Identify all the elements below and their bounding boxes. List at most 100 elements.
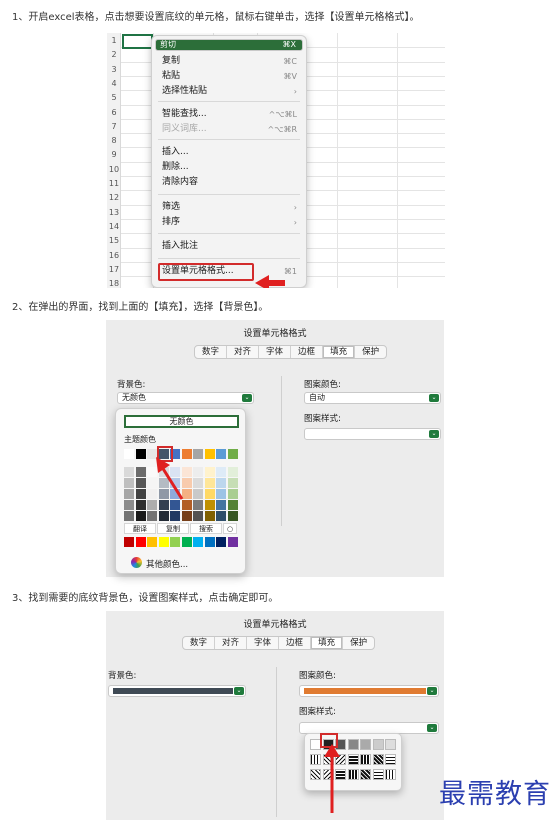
color-swatch[interactable] <box>124 449 134 459</box>
color-swatch[interactable] <box>216 478 226 488</box>
color-swatch[interactable] <box>216 467 226 477</box>
pattern-swatch[interactable] <box>385 739 396 750</box>
background-color-select[interactable]: 无颜色 ⌄ <box>117 392 254 404</box>
color-swatch[interactable] <box>193 500 203 510</box>
color-swatch[interactable] <box>124 467 134 477</box>
color-swatch[interactable] <box>170 511 180 521</box>
search-button[interactable]: 搜索 <box>190 523 222 534</box>
tab-0[interactable]: 数字 <box>183 637 216 649</box>
color-swatch[interactable] <box>204 511 215 521</box>
pattern-swatch[interactable] <box>360 754 371 765</box>
context-menu-item[interactable]: 智能查找... ^⌥⌘L <box>155 107 303 122</box>
row-number[interactable]: 3 <box>107 62 121 77</box>
context-menu-item[interactable]: 粘贴 ⌘V <box>155 69 303 84</box>
color-swatch[interactable] <box>227 489 238 499</box>
context-menu-item[interactable]: 清除内容 <box>155 175 303 190</box>
standard-color-swatch[interactable] <box>216 537 226 547</box>
color-swatch[interactable] <box>181 511 192 521</box>
color-swatch[interactable] <box>147 511 157 521</box>
tab-1[interactable]: 对齐 <box>215 637 248 649</box>
context-menu-item[interactable]: 插入批注 <box>155 239 303 254</box>
row-number[interactable]: 16 <box>107 248 121 263</box>
color-swatch[interactable] <box>216 449 226 459</box>
color-swatch[interactable] <box>216 500 226 510</box>
color-swatch[interactable] <box>158 511 169 521</box>
row-number[interactable]: 12 <box>107 190 121 205</box>
tab-5[interactable]: 保护 <box>355 346 386 358</box>
pattern-swatch[interactable] <box>310 769 321 780</box>
context-menu-item[interactable]: 剪切 ⌘X <box>155 39 303 51</box>
context-menu-item[interactable]: 排序 › <box>155 215 303 230</box>
color-swatch[interactable] <box>227 511 238 521</box>
pattern-swatch[interactable] <box>360 739 371 750</box>
color-swatch[interactable] <box>204 500 215 510</box>
color-swatch[interactable] <box>204 467 215 477</box>
tab-3[interactable]: 边框 <box>291 346 324 358</box>
row-number[interactable]: 15 <box>107 233 121 248</box>
color-swatch[interactable] <box>193 489 203 499</box>
tab-0[interactable]: 数字 <box>195 346 228 358</box>
row-number[interactable]: 2 <box>107 47 121 62</box>
row-number[interactable]: 7 <box>107 119 121 134</box>
row-number[interactable]: 1 <box>107 33 121 48</box>
standard-color-swatch[interactable] <box>181 537 192 547</box>
color-swatch[interactable] <box>135 511 146 521</box>
color-swatch[interactable] <box>135 467 146 477</box>
color-swatch[interactable] <box>193 478 203 488</box>
color-swatch[interactable] <box>227 467 238 477</box>
background-color-select[interactable]: ⌄ <box>108 685 246 697</box>
standard-color-swatch[interactable] <box>204 537 215 547</box>
standard-color-swatch[interactable] <box>158 537 169 547</box>
tab-3[interactable]: 边框 <box>279 637 312 649</box>
row-number[interactable]: 8 <box>107 133 121 148</box>
pattern-style-select[interactable]: ⌄ <box>304 428 441 440</box>
tab-4[interactable]: 填充 <box>323 346 356 358</box>
color-swatch[interactable] <box>193 511 203 521</box>
standard-color-swatch[interactable] <box>227 537 238 547</box>
color-swatch[interactable] <box>135 478 146 488</box>
color-swatch[interactable] <box>135 489 146 499</box>
pattern-swatch[interactable] <box>347 754 359 765</box>
color-swatch[interactable] <box>124 478 134 488</box>
tab-2[interactable]: 字体 <box>259 346 292 358</box>
row-number[interactable]: 17 <box>107 262 121 277</box>
tab-1[interactable]: 对齐 <box>227 346 260 358</box>
standard-color-swatch[interactable] <box>124 537 134 547</box>
tab-2[interactable]: 字体 <box>247 637 280 649</box>
color-swatch[interactable] <box>227 500 238 510</box>
pattern-swatch[interactable] <box>385 754 396 765</box>
color-swatch[interactable] <box>124 489 134 499</box>
color-swatch[interactable] <box>204 489 215 499</box>
standard-color-swatch[interactable] <box>170 537 180 547</box>
context-menu-item[interactable]: 同义词库... ^⌥⌘R <box>155 122 303 137</box>
color-swatch[interactable] <box>227 449 238 459</box>
pattern-swatch[interactable] <box>372 769 384 780</box>
pattern-swatch[interactable] <box>372 754 384 765</box>
context-menu-item[interactable]: 选择性粘贴 › <box>155 84 303 99</box>
pattern-swatch[interactable] <box>372 739 384 750</box>
row-number[interactable]: 11 <box>107 176 121 191</box>
pattern-swatch[interactable] <box>347 769 359 780</box>
color-swatch[interactable] <box>124 511 134 521</box>
tab-4[interactable]: 填充 <box>311 637 344 649</box>
more-colors-link[interactable]: 其他颜色... <box>146 558 188 570</box>
selected-cell[interactable] <box>122 34 153 49</box>
row-number[interactable]: 5 <box>107 90 121 105</box>
color-swatch[interactable] <box>227 478 238 488</box>
row-number[interactable]: 6 <box>107 105 121 120</box>
standard-color-swatch[interactable] <box>135 537 146 547</box>
color-swatch[interactable] <box>204 478 215 488</box>
standard-color-swatch[interactable] <box>193 537 203 547</box>
pattern-swatch[interactable] <box>385 769 396 780</box>
context-menu-item[interactable]: 筛选 › <box>155 200 303 215</box>
pattern-swatch[interactable] <box>360 769 371 780</box>
row-number[interactable]: 9 <box>107 147 121 162</box>
context-menu-item[interactable]: 复制 ⌘C <box>155 54 303 69</box>
color-swatch[interactable] <box>135 500 146 510</box>
row-number[interactable]: 10 <box>107 162 121 177</box>
row-number[interactable]: 4 <box>107 76 121 91</box>
tab-5[interactable]: 保护 <box>343 637 374 649</box>
color-swatch[interactable] <box>193 467 203 477</box>
standard-color-swatch[interactable] <box>147 537 157 547</box>
row-number[interactable]: 14 <box>107 219 121 234</box>
